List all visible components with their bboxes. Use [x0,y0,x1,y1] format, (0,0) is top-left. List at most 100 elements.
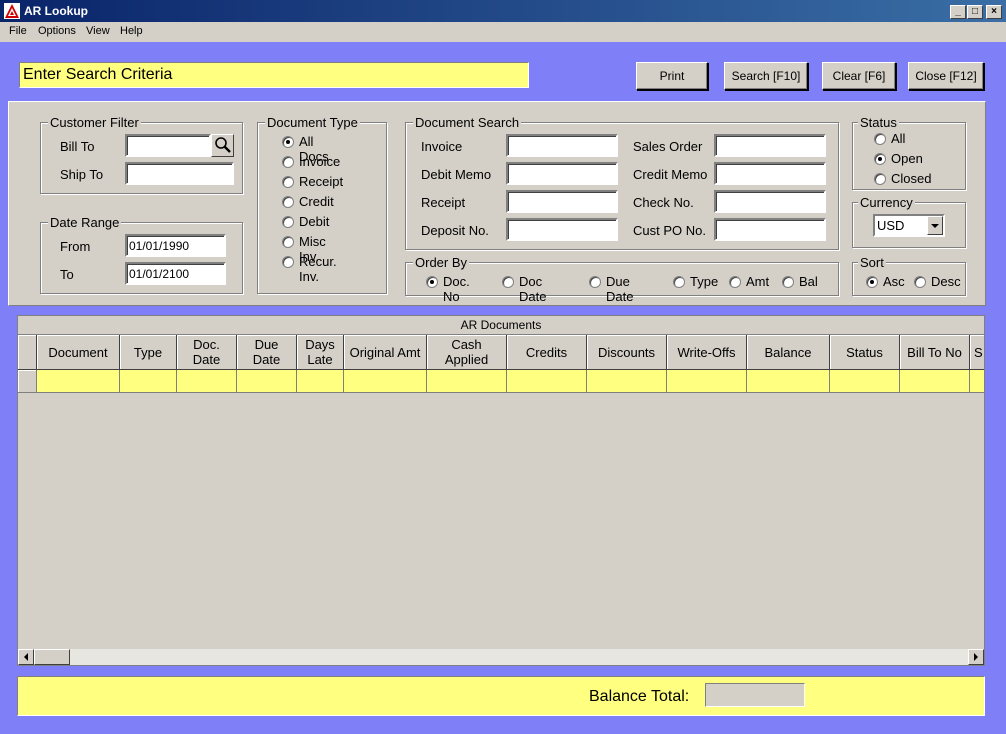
table-row-cell[interactable] [900,370,970,393]
app-logo-icon [4,3,20,19]
currency-select[interactable]: USD [873,214,945,237]
currency-legend: Currency [858,195,915,210]
order-by-type-radio[interactable] [673,276,685,288]
doc-type-invoice-radio[interactable] [282,156,294,168]
column-header-bill-to-no[interactable]: Bill To No [900,335,970,370]
bill-to-lookup-button[interactable] [211,134,234,157]
arrow-right-icon [974,653,978,661]
menu-help[interactable]: Help [120,25,143,37]
menu-options[interactable]: Options [38,25,76,37]
table-row-cell[interactable] [507,370,587,393]
close-window-button[interactable]: × [986,5,1002,19]
column-header-status[interactable]: Status [830,335,900,370]
row-selector[interactable] [18,370,37,393]
minimize-button[interactable]: _ [950,5,966,19]
table-row-cell[interactable] [297,370,344,393]
document-type-group: Document Type All Docs Invoice Receipt C… [257,115,387,294]
scroll-right-button[interactable] [968,649,984,665]
table-row-cell[interactable] [37,370,120,393]
column-header-discounts[interactable]: Discounts [587,335,667,370]
ship-to-label: Ship To [60,167,104,182]
table-row-cell[interactable] [237,370,297,393]
column-header-credits[interactable]: Credits [507,335,587,370]
column-header-truncated[interactable]: S [970,335,984,370]
scroll-left-button[interactable] [18,649,34,665]
menu-view[interactable]: View [86,25,110,37]
cust-po-no-search-label: Cust PO No. [633,223,706,238]
order-by-amt-label: Amt [746,274,770,289]
column-header-type[interactable]: Type [120,335,177,370]
column-header-write-offs[interactable]: Write-Offs [667,335,747,370]
receipt-search-input[interactable] [506,190,618,213]
doc-type-recur-inv-radio[interactable] [282,256,294,268]
doc-type-all-docs-radio[interactable] [282,136,294,148]
doc-type-invoice-label: Invoice [299,154,341,169]
to-date-input[interactable] [125,262,226,285]
ar-documents-grid[interactable]: AR Documents Document Type Doc. Date Due… [17,315,985,666]
table-row-cell[interactable] [970,370,984,393]
status-all-radio[interactable] [874,133,886,145]
ship-to-input[interactable] [125,162,234,185]
table-row-cell[interactable] [120,370,177,393]
column-header-days-late[interactable]: Days Late [297,335,344,370]
cust-po-no-search-input[interactable] [714,218,826,241]
menu-bar: File Options View Help [0,22,1006,42]
print-button[interactable]: Print [636,62,708,90]
credit-memo-search-input[interactable] [714,162,826,185]
status-open-radio[interactable] [874,153,886,165]
sort-group: Sort Asc Desc [852,255,966,296]
table-row-cell[interactable] [587,370,667,393]
order-by-due-date-radio[interactable] [589,276,601,288]
window-title: AR Lookup [24,4,88,18]
table-row-cell[interactable] [830,370,900,393]
sort-desc-radio[interactable] [914,276,926,288]
search-button[interactable]: Search [F10] [724,62,808,90]
table-row-cell[interactable] [177,370,237,393]
doc-type-recur-inv-label: Recur. Inv. [299,254,337,284]
close-button[interactable]: Close [F12] [908,62,984,90]
order-by-doc-date-radio[interactable] [502,276,514,288]
footer-bar: Balance Total: [17,676,985,716]
date-range-legend: Date Range [48,215,122,230]
invoice-search-input[interactable] [506,134,618,157]
check-no-search-input[interactable] [714,190,826,213]
title-bar[interactable]: AR Lookup _ □ × [0,0,1006,22]
currency-group: Currency USD [852,195,966,248]
table-row-cell[interactable] [747,370,830,393]
clear-button[interactable]: Clear [F6] [822,62,896,90]
from-date-label: From [60,239,91,254]
scroll-thumb[interactable] [34,649,70,665]
status-closed-radio[interactable] [874,173,886,185]
menu-file[interactable]: File [9,25,27,37]
column-header-balance[interactable]: Balance [747,335,830,370]
sales-order-search-input[interactable] [714,134,826,157]
column-header-original-amt[interactable]: Original Amt [344,335,427,370]
status-open-label: Open [891,151,923,166]
horizontal-scrollbar[interactable] [18,649,984,665]
column-header-cash-applied[interactable]: Cash Applied [427,335,507,370]
doc-type-misc-inv-radio[interactable] [282,236,294,248]
order-by-amt-radio[interactable] [729,276,741,288]
order-by-bal-radio[interactable] [782,276,794,288]
doc-type-credit-radio[interactable] [282,196,294,208]
bill-to-input[interactable] [125,134,211,157]
table-row-cell[interactable] [344,370,427,393]
debit-memo-search-input[interactable] [506,162,618,185]
currency-dropdown-button[interactable] [927,216,943,235]
sort-desc-label: Desc [931,274,961,289]
column-header-document[interactable]: Document [37,335,120,370]
doc-type-debit-radio[interactable] [282,216,294,228]
sort-asc-radio[interactable] [866,276,878,288]
order-by-legend: Order By [413,255,470,270]
column-header-doc-date[interactable]: Doc. Date [177,335,237,370]
order-by-doc-no-radio[interactable] [426,276,438,288]
column-header-due-date[interactable]: Due Date [237,335,297,370]
maximize-button[interactable]: □ [967,5,983,19]
doc-type-receipt-radio[interactable] [282,176,294,188]
from-date-input[interactable] [125,234,226,257]
status-legend: Status [858,115,899,130]
order-by-doc-date-label: Doc Date [519,274,547,304]
table-row-cell[interactable] [667,370,747,393]
table-row-cell[interactable] [427,370,507,393]
deposit-no-search-input[interactable] [506,218,618,241]
